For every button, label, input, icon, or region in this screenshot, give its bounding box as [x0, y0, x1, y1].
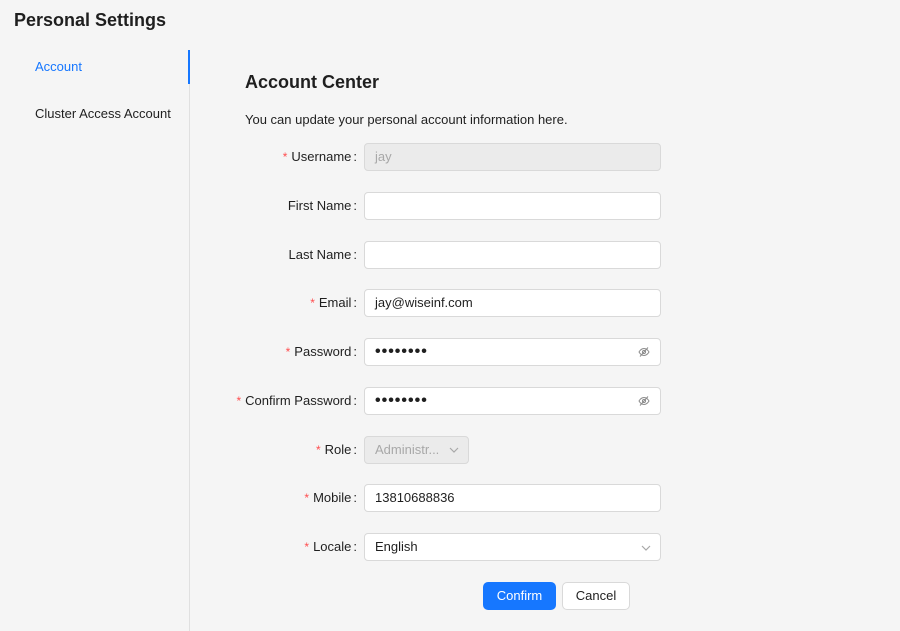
last-name-row: Last Name: [190, 241, 670, 269]
username-row: * Username: jay [190, 143, 670, 171]
locale-row: * Locale: English [190, 533, 670, 561]
mobile-row: * Mobile: 13810688836 [190, 484, 670, 512]
password-label: * Password: [285, 344, 357, 359]
confirm-password-row: * Confirm Password: •••••••• [190, 387, 670, 415]
username-label: * Username: [282, 149, 357, 164]
confirm-password-label: * Confirm Password: [236, 393, 358, 408]
required-mark: * [315, 443, 321, 457]
password-field[interactable]: •••••••• [364, 338, 661, 366]
eye-invisible-icon[interactable] [638, 346, 650, 358]
email-row: * Email: jay@wiseinf.com [190, 289, 670, 317]
section-description: You can update your personal account inf… [245, 112, 568, 127]
section-title: Account Center [245, 72, 380, 92]
role-row: * Role: Administr... [190, 436, 670, 464]
required-mark: * [282, 150, 288, 164]
first-name-label: First Name: [287, 198, 357, 213]
first-name-row: First Name: [190, 192, 670, 220]
last-name-input[interactable] [375, 242, 650, 268]
email-label: * Email: [310, 295, 357, 310]
required-mark: * [304, 540, 310, 554]
last-name-label: Last Name: [288, 247, 358, 262]
last-name-field[interactable] [364, 241, 661, 269]
locale-label: * Locale: [304, 539, 357, 554]
chevron-down-icon [641, 545, 651, 551]
role-select[interactable]: Administr... [364, 436, 469, 464]
eye-invisible-icon[interactable] [638, 395, 650, 407]
sidebar: Account Cluster Access Account [0, 50, 190, 631]
required-mark: * [310, 296, 315, 310]
confirm-password-field[interactable]: •••••••• [364, 387, 661, 415]
username-field[interactable]: jay [364, 143, 661, 171]
confirm-button[interactable]: Confirm [483, 582, 556, 610]
sidebar-item-account[interactable]: Account [0, 50, 190, 84]
mobile-label: * Mobile: [304, 490, 357, 505]
password-row: * Password: •••••••• [190, 338, 670, 366]
required-mark: * [304, 491, 310, 505]
role-label: * Role: [315, 442, 357, 457]
cancel-button[interactable]: Cancel [562, 582, 630, 610]
required-mark: * [285, 345, 291, 359]
locale-select[interactable]: English [364, 533, 661, 561]
required-mark: * [236, 394, 242, 408]
chevron-down-icon [449, 447, 459, 453]
sidebar-item-cluster-access-account[interactable]: Cluster Access Account [0, 97, 189, 131]
first-name-input[interactable] [375, 193, 650, 219]
mobile-field[interactable]: 13810688836 [364, 484, 661, 512]
page-title: Personal Settings [14, 10, 167, 30]
email-field[interactable]: jay@wiseinf.com [364, 289, 661, 317]
first-name-field[interactable] [364, 192, 661, 220]
